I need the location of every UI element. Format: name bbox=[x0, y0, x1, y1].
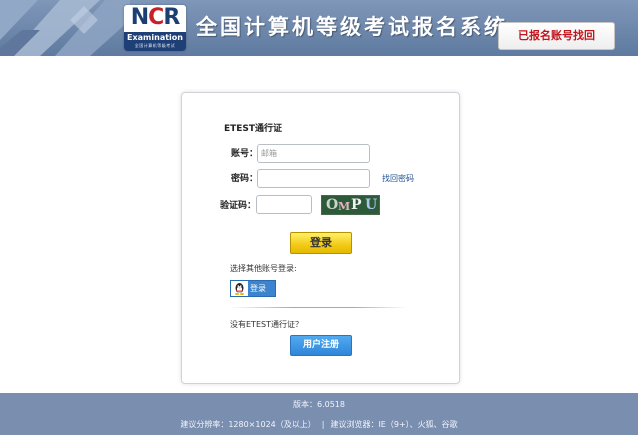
header-decoration bbox=[0, 0, 130, 56]
register-button[interactable]: 用户注册 bbox=[290, 335, 352, 356]
account-input[interactable] bbox=[257, 144, 370, 163]
footer-bar: 版本：6.0518 建议分辨率：1280×1024（及以上） | 建议浏览器：IE（… bbox=[0, 393, 638, 435]
logo-lettering: NCR bbox=[130, 5, 181, 30]
qq-penguin-icon bbox=[231, 281, 248, 296]
version-text: 版本：6.0518 bbox=[293, 400, 345, 409]
password-label: 密码： bbox=[230, 174, 258, 184]
captcha-char: O bbox=[326, 197, 339, 213]
ncre-logo: NCR Examination 全国计算机等级考试 bbox=[124, 5, 186, 51]
captcha-image[interactable]: O M P U bbox=[321, 195, 380, 215]
captcha-char: P bbox=[351, 197, 362, 213]
other-login-label: 选择其他账号登录: bbox=[230, 264, 297, 273]
browser-tip: 建议浏览器：IE（9+）、火狐、谷歌 bbox=[330, 420, 458, 429]
login-button[interactable]: 登录 bbox=[290, 232, 352, 254]
qq-login-button[interactable]: 登录 bbox=[230, 280, 276, 297]
account-label: 账号： bbox=[230, 149, 258, 159]
no-account-label: 没有ETEST通行证？ bbox=[230, 320, 303, 329]
divider bbox=[230, 307, 407, 308]
password-input[interactable] bbox=[257, 169, 370, 188]
registered-account-recovery-button[interactable]: 已报名账号找回 bbox=[498, 22, 615, 50]
forgot-password-link[interactable]: 找回密码 bbox=[382, 174, 414, 184]
login-panel-title: ETEST通行证 bbox=[224, 124, 283, 134]
captcha-char: U bbox=[365, 197, 378, 213]
resolution-tip: 建议分辨率：1280×1024（及以上） bbox=[180, 420, 316, 429]
login-panel: ETEST通行证 账号： 密码： 找回密码 验证码： O M P U 登录 选择… bbox=[181, 92, 460, 384]
captcha-label: 验证码： bbox=[219, 201, 256, 211]
site-title: 全国计算机等级考试报名系统 bbox=[196, 15, 508, 39]
logo-sub-text: Examination bbox=[127, 33, 183, 42]
captcha-char: M bbox=[338, 200, 351, 213]
qq-login-label: 登录 bbox=[250, 284, 266, 293]
footer-tips: 建议分辨率：1280×1024（及以上） | 建议浏览器：IE（9+）、火狐、谷歌 bbox=[0, 420, 638, 430]
footer-separator: | bbox=[321, 420, 325, 429]
header-bar: NCR Examination 全国计算机等级考试 全国计算机等级考试报名系统 … bbox=[0, 0, 638, 56]
logo-sub-text-cn: 全国计算机等级考试 bbox=[134, 43, 176, 48]
captcha-input[interactable] bbox=[256, 195, 312, 214]
